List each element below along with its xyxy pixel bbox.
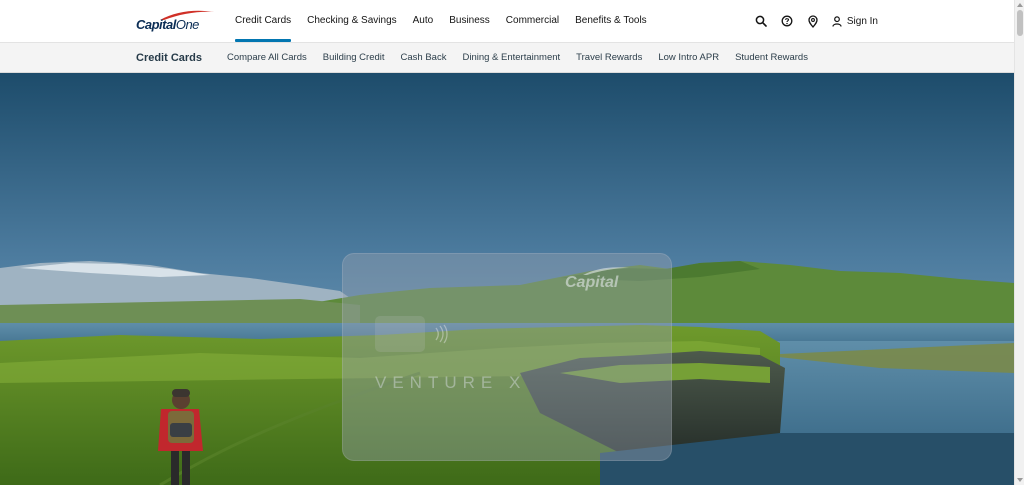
subnav-low-intro-apr[interactable]: Low Intro APR [650,43,727,73]
subnav-cash-back[interactable]: Cash Back [393,43,455,73]
person-icon [832,15,842,27]
utility-navigation: Sign In [748,0,878,42]
page-scrollbar[interactable] [1014,0,1024,485]
subnav-building-credit[interactable]: Building Credit [315,43,393,73]
section-title[interactable]: Credit Cards [136,43,202,73]
sign-in-label: Sign In [846,15,878,27]
hero-banner: Capital VENTURE X [0,73,1014,485]
top-header: CapitalOne Credit Cards Checking & Savin… [0,0,1014,43]
help-icon[interactable] [774,8,800,34]
location-pin-icon[interactable] [800,8,826,34]
subnav-dining-entertainment[interactable]: Dining & Entertainment [454,43,568,73]
main-navigation: Credit Cards Checking & Savings Auto Bus… [227,0,655,42]
scroll-down-arrow-icon[interactable] [1016,476,1024,484]
nav-auto[interactable]: Auto [405,0,442,42]
search-icon[interactable] [748,8,774,34]
sub-navigation: Compare All Cards Building Credit Cash B… [219,43,816,73]
nav-commercial[interactable]: Commercial [498,0,567,42]
subnav-compare-all-cards[interactable]: Compare All Cards [219,43,315,73]
scrollbar-thumb[interactable] [1017,10,1023,36]
sub-navigation-bar: Credit Cards Compare All Cards Building … [0,43,1014,73]
card-product-name: VENTURE X [375,373,527,392]
logo-wordmark: CapitalOne [136,17,199,32]
card-chip [375,316,425,352]
subnav-travel-rewards[interactable]: Travel Rewards [568,43,650,73]
sign-in-button[interactable]: Sign In [832,16,878,27]
nav-checking-savings[interactable]: Checking & Savings [299,0,405,42]
card-brand-text: Capital [565,274,619,291]
scroll-up-arrow-icon[interactable] [1016,1,1024,9]
subnav-student-rewards[interactable]: Student Rewards [727,43,816,73]
capital-one-logo[interactable]: CapitalOne [136,9,214,35]
nav-credit-cards[interactable]: Credit Cards [227,0,299,42]
venture-x-credit-card[interactable]: Capital VENTURE X [342,253,672,461]
nav-benefits-tools[interactable]: Benefits & Tools [567,0,655,42]
contactless-icon [435,324,448,344]
nav-business[interactable]: Business [441,0,498,42]
